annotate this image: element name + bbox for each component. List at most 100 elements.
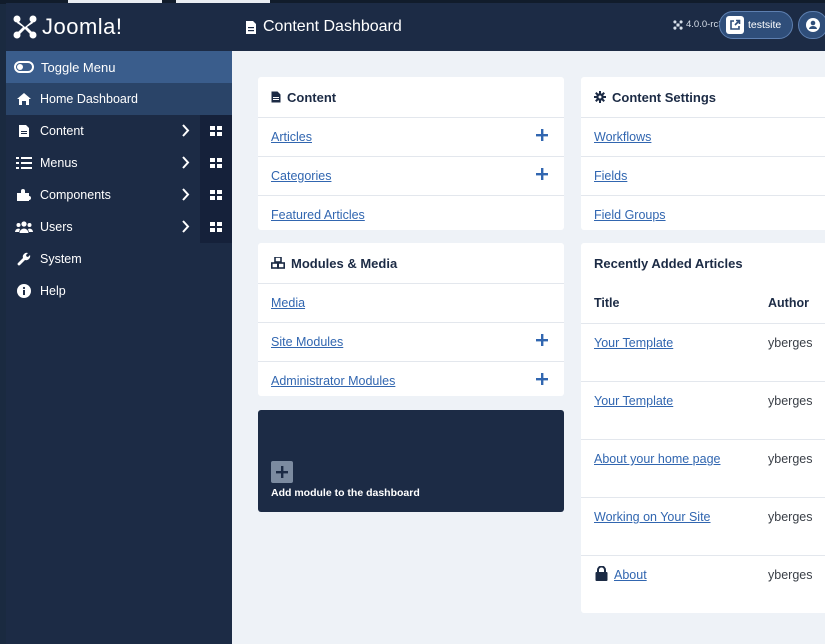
articles-link[interactable]: Articles xyxy=(271,130,312,144)
sidebar-item-components[interactable]: Components xyxy=(6,179,232,211)
table-row: Working on Your Site yberges xyxy=(581,497,825,555)
sidebar-item-label: Components xyxy=(40,188,111,202)
add-category-plus-icon[interactable] xyxy=(536,168,548,180)
external-link-icon xyxy=(726,16,744,34)
workflows-link[interactable]: Workflows xyxy=(594,130,651,144)
administrator-modules-link[interactable]: Administrator Modules xyxy=(271,374,395,388)
sidebar: Joomla! Toggle Menu Home Dashboard Conte… xyxy=(6,3,232,644)
sidebar-item-menus[interactable]: Menus xyxy=(6,147,232,179)
list-item: Field Groups xyxy=(581,195,825,234)
main-content: Content Articles Categories Featured Art… xyxy=(232,51,825,644)
sidebar-item-content[interactable]: Content xyxy=(6,115,232,147)
site-link-button[interactable]: testsite xyxy=(719,11,793,39)
fields-link[interactable]: Fields xyxy=(594,169,627,183)
dashboard-grid-icon[interactable] xyxy=(200,179,232,211)
sidebar-item-label: Users xyxy=(40,220,73,234)
user-icon xyxy=(806,18,820,32)
list-item: Articles xyxy=(258,117,564,156)
cubes-icon xyxy=(271,257,285,269)
plus-square-icon xyxy=(271,461,293,483)
toggle-menu-button[interactable]: Toggle Menu xyxy=(6,51,232,83)
card-header: Content Settings xyxy=(581,77,825,117)
dashboard-grid-icon[interactable] xyxy=(200,211,232,243)
sidebar-item-label: Help xyxy=(40,284,66,298)
card-header: Modules & Media xyxy=(258,243,564,283)
brand-name: Joomla! xyxy=(42,14,123,39)
add-admin-module-plus-icon[interactable] xyxy=(536,373,548,385)
column-header-author: Author xyxy=(768,296,809,310)
puzzle-icon xyxy=(14,188,34,202)
toggle-icon xyxy=(14,61,34,73)
content-card: Content Articles Categories Featured Art… xyxy=(258,77,564,230)
dashboard-grid-icon[interactable] xyxy=(200,147,232,179)
list-item: Workflows xyxy=(581,117,825,156)
document-icon xyxy=(271,91,281,103)
list-item: Featured Articles xyxy=(258,195,564,234)
document-icon xyxy=(246,20,256,34)
sidebar-item-label: Menus xyxy=(40,156,78,170)
gear-icon xyxy=(594,91,606,103)
add-site-module-plus-icon[interactable] xyxy=(536,334,548,346)
article-title-link[interactable]: Your Template xyxy=(594,336,673,350)
lock-icon xyxy=(595,566,608,581)
toggle-menu-label: Toggle Menu xyxy=(41,59,116,75)
header: Content Dashboard 4.0.0-rc3-dev testsite xyxy=(232,3,825,51)
users-icon xyxy=(14,221,34,233)
media-link[interactable]: Media xyxy=(271,296,305,310)
recent-articles-card: Recently Added Articles Title Author You… xyxy=(581,243,825,613)
card-header: Recently Added Articles xyxy=(581,243,825,283)
table-row: Your Template yberges xyxy=(581,381,825,439)
list-item: Fields xyxy=(581,156,825,195)
article-title-link[interactable]: Your Template xyxy=(594,394,673,408)
joomla-logo-icon xyxy=(13,15,37,39)
article-title-link[interactable]: Working on Your Site xyxy=(594,510,711,524)
card-title: Modules & Media xyxy=(291,255,398,271)
article-author: yberges xyxy=(768,336,813,350)
logo[interactable]: Joomla! xyxy=(6,3,232,51)
card-title: Recently Added Articles xyxy=(594,255,743,271)
chevron-right-icon xyxy=(182,188,190,201)
article-author: yberges xyxy=(768,394,813,408)
list-item: Administrator Modules xyxy=(258,361,564,400)
chevron-right-icon xyxy=(182,220,190,233)
article-author: yberges xyxy=(768,510,813,524)
site-link-label: testsite xyxy=(748,19,782,31)
chevron-right-icon xyxy=(182,156,190,169)
joomla-small-icon xyxy=(673,19,683,30)
sidebar-item-home-dashboard[interactable]: Home Dashboard xyxy=(6,83,232,115)
sidebar-item-system[interactable]: System xyxy=(6,243,232,275)
sidebar-item-help[interactable]: Help xyxy=(6,275,232,307)
add-article-plus-icon[interactable] xyxy=(536,129,548,141)
field-groups-link[interactable]: Field Groups xyxy=(594,208,666,222)
list-item: Categories xyxy=(258,156,564,195)
content-settings-card: Content Settings Workflows Fields Field … xyxy=(581,77,825,230)
sidebar-item-label: Home Dashboard xyxy=(40,92,138,106)
modules-media-card: Modules & Media Media Site Modules Admin… xyxy=(258,243,564,396)
site-modules-link[interactable]: Site Modules xyxy=(271,335,343,349)
sidebar-item-label: System xyxy=(40,252,82,266)
featured-articles-link[interactable]: Featured Articles xyxy=(271,208,365,222)
user-menu-button[interactable] xyxy=(798,11,825,39)
categories-link[interactable]: Categories xyxy=(271,169,331,183)
table-row: About yberges xyxy=(581,555,825,613)
page-title: Content Dashboard xyxy=(263,18,402,35)
add-module-label: Add module to the dashboard xyxy=(271,487,420,499)
list-item: Media xyxy=(258,283,564,322)
home-icon xyxy=(14,92,34,106)
sidebar-item-users[interactable]: Users xyxy=(6,211,232,243)
card-header: Content xyxy=(258,77,564,117)
dashboard-grid-icon[interactable] xyxy=(200,115,232,147)
article-title-link[interactable]: About xyxy=(614,568,647,582)
add-module-button[interactable]: Add module to the dashboard xyxy=(258,410,564,512)
chevron-right-icon xyxy=(182,124,190,137)
sidebar-item-label: Content xyxy=(40,124,84,138)
table-row: About your home page yberges xyxy=(581,439,825,497)
table-header: Title Author xyxy=(581,283,825,323)
card-title: Content Settings xyxy=(612,89,716,105)
article-title-link[interactable]: About your home page xyxy=(594,452,720,466)
list-item: Site Modules xyxy=(258,322,564,361)
wrench-icon xyxy=(14,252,34,266)
table-row: Your Template yberges xyxy=(581,323,825,381)
card-title: Content xyxy=(287,89,337,105)
list-icon xyxy=(14,157,34,169)
